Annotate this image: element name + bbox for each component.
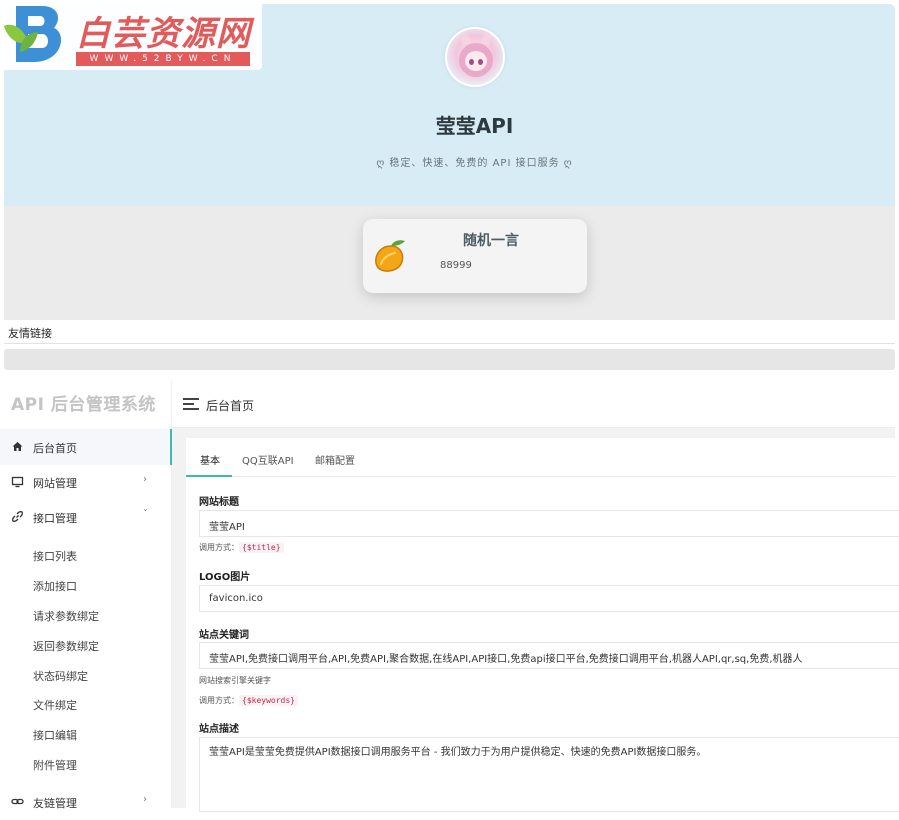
sidebar: API 后台管理系统 后台首页 网站管理 › 接口管理 ˇ 接口列表 添加接口 … [0, 380, 172, 810]
watermark-title: 白芸资源网 [76, 14, 251, 54]
submenu-item[interactable]: 接口列表 [33, 548, 77, 564]
site-description: ღ 稳定、快速、免费的 API 接口服务 ღ [376, 158, 573, 169]
menu-icon[interactable] [183, 398, 199, 410]
submenu-item[interactable]: 添加接口 [33, 578, 77, 594]
tab-email[interactable]: 邮箱配置 [315, 452, 355, 467]
watermark: 白芸资源网 WWW.52BYW.CN [0, 0, 262, 70]
logo-input[interactable]: favicon.ico [199, 585, 899, 612]
sidebar-item-links[interactable]: 友链管理 › [0, 784, 172, 820]
watermark-url: WWW.52BYW.CN [76, 52, 250, 66]
keywords-code: {$keywords} [239, 695, 298, 706]
description-label: 站点描述 [199, 724, 239, 735]
sidebar-item-home[interactable]: 后台首页 [0, 429, 172, 465]
divider-bar [4, 349, 895, 370]
breadcrumb: 后台首页 [206, 399, 255, 413]
submenu-item[interactable]: 接口编辑 [33, 727, 77, 743]
sidebar-item-site[interactable]: 网站管理 › [0, 464, 172, 500]
site-title: 莹莹API [435, 114, 514, 138]
avatar[interactable] [445, 27, 505, 87]
submenu-item[interactable]: 附件管理 [33, 757, 77, 773]
settings-panel: 基本 QQ互联API 邮箱配置 网站标题 莹莹API 调用方式： {$title}… [186, 438, 899, 812]
sidebar-item-api[interactable]: 接口管理 ˇ [0, 499, 172, 535]
sidebar-item-label: 后台首页 [33, 442, 77, 455]
mango-icon [375, 240, 405, 272]
sidebar-item-label: 接口管理 [33, 512, 77, 525]
watermark-logo-icon [4, 6, 62, 62]
keywords-hint: 网站搜索引擎关键字 [199, 676, 271, 685]
quote-text: 88999 [440, 260, 472, 271]
site-title-input[interactable]: 莹莹API [199, 510, 899, 537]
description-textarea[interactable]: 莹莹API是莹莹免费提供API数据接口调用服务平台 - 我们致力于为用户提供稳定… [199, 737, 899, 812]
logo-label: LOGO图片 [199, 572, 251, 583]
submenu-item[interactable]: 状态码绑定 [33, 668, 88, 684]
monitor-icon [11, 476, 24, 488]
submenu-item[interactable]: 文件绑定 [33, 697, 77, 713]
keywords-input[interactable]: 莹莹API,免费接口调用平台,API,免费API,聚合数据,在线API,API接… [199, 642, 899, 669]
link-icon [12, 511, 23, 522]
keywords-label: 站点关键词 [199, 630, 249, 641]
brand-title: API 后台管理系统 [11, 395, 156, 415]
tab-basic[interactable]: 基本 [200, 452, 220, 467]
site-title-label: 网站标题 [199, 497, 239, 508]
submenu-item[interactable]: 返回参数绑定 [33, 638, 99, 654]
chevron-down-icon: ˇ [143, 509, 148, 520]
tab-qq-api[interactable]: QQ互联API [242, 452, 294, 467]
chevron-right-icon: › [143, 474, 147, 485]
title-code: {$title} [239, 542, 284, 553]
sidebar-item-label: 网站管理 [33, 477, 77, 490]
friend-links-heading: 友情链接 [4, 320, 895, 344]
home-icon [12, 442, 23, 451]
link-icon [11, 798, 24, 805]
random-quote-card[interactable]: 随机一言 88999 [363, 219, 587, 293]
keywords-usage-hint: 调用方式： {$keywords} [199, 695, 298, 706]
submenu-item[interactable]: 请求参数绑定 [33, 608, 99, 624]
chevron-right-icon: › [143, 794, 147, 805]
site-title-hint: 调用方式： {$title} [199, 542, 284, 553]
active-tab-indicator [186, 475, 232, 477]
card-title: 随机一言 [463, 233, 519, 249]
sidebar-item-label: 友链管理 [33, 797, 77, 810]
admin-topbar: 后台首页 [172, 380, 895, 428]
tab-bar: 基本 QQ互联API 邮箱配置 [186, 438, 895, 477]
